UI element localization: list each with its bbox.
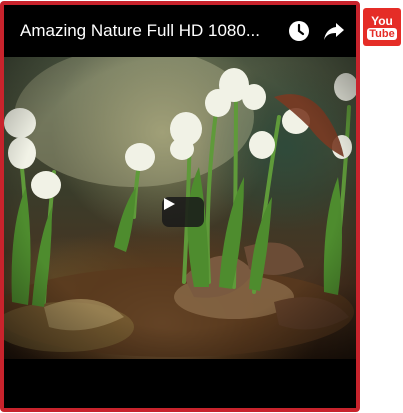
video-title[interactable]: Amazing Nature Full HD 1080... — [20, 21, 288, 41]
youtube-logo-you: You — [371, 13, 393, 28]
video-title-bar: Amazing Nature Full HD 1080... — [4, 5, 356, 57]
play-icon — [164, 198, 175, 210]
youtube-logo-tube: Tube — [367, 27, 397, 40]
youtube-logo[interactable]: You Tube — [363, 8, 401, 46]
video-thumbnail[interactable] — [4, 57, 356, 359]
video-player[interactable]: Amazing Nature Full HD 1080... — [0, 1, 360, 412]
player-bottom-bar — [4, 359, 356, 408]
share-icon[interactable] — [322, 20, 346, 42]
title-actions — [288, 20, 346, 42]
play-button[interactable] — [162, 197, 204, 227]
clock-icon[interactable] — [288, 20, 310, 42]
